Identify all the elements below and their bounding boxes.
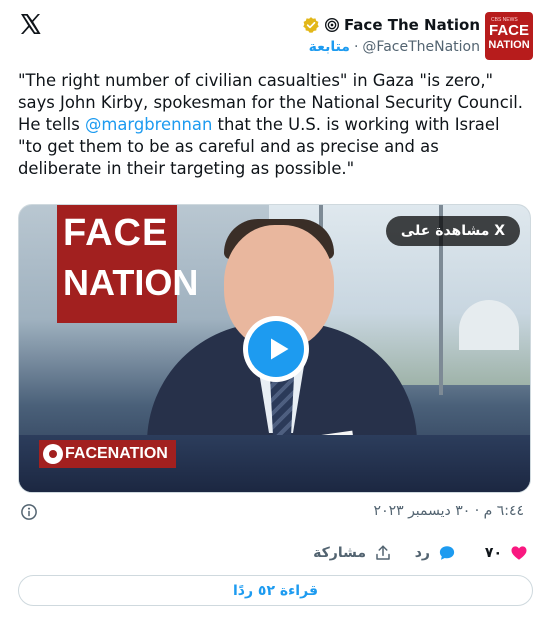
play-button[interactable] [243,316,309,382]
follow-button[interactable]: متابعة [309,39,350,55]
reply-button[interactable]: رد [415,540,456,566]
lower-third-logo: FACENATION [39,440,176,468]
broadcast-icon [324,18,339,32]
info-icon[interactable] [20,503,38,521]
share-label: مشاركة [313,545,366,561]
like-button[interactable]: ٧٠ [485,540,528,566]
cbs-eye-icon [43,444,63,464]
display-name[interactable]: Face The Nation [344,16,480,34]
author-handle[interactable]: @FaceTheNation [362,39,480,55]
tweet-card: CBS NEWS FACE NATION Face The Nation متا… [0,0,540,623]
read-replies-button[interactable]: قراءة ٥٢ ردًا [18,575,533,606]
reply-label: رد [414,545,430,561]
handle-row: متابعة · @FaceTheNation [309,37,480,57]
timestamp[interactable]: ٦:٤٤ م · ٣٠ ديسمبر ٢٠٢٣ [374,503,524,519]
lower-third-text: FACENATION [65,445,168,462]
watch-on-x-button[interactable]: مشاهدة على X [386,216,520,246]
share-icon [376,545,390,560]
share-button[interactable]: مشاركة [313,540,392,566]
avatar[interactable]: CBS NEWS FACE NATION [485,12,533,60]
heart-icon [511,546,527,560]
reply-bubble-icon [439,546,455,560]
tweet-text: "The right number of civilian casualties… [18,70,526,180]
verified-gold-icon [303,17,319,33]
sign-line1: FACE [63,212,169,254]
action-bar: ٧٠ رد مشاركة [0,540,540,566]
x-logo-icon[interactable] [18,12,42,36]
avatar-line1: FACE [488,22,529,39]
like-count: ٧٠ [484,545,502,561]
play-icon [248,321,304,377]
avatar-line2: NATION [488,39,530,51]
separator-dot: · [353,39,359,55]
sign-line2: NATION [63,262,199,303]
author-name-row: Face The Nation [302,14,480,36]
mention-link[interactable]: @margbrennan [85,115,212,134]
